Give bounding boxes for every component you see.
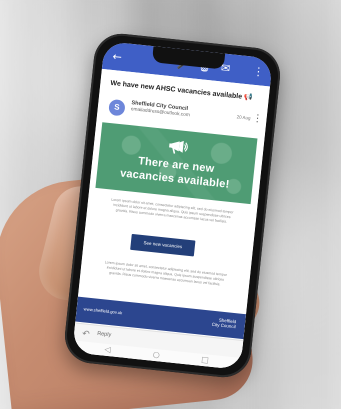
megaphone-icon [169,140,188,154]
footer-website: www.sheffield.gov.uk [83,306,123,316]
email-content: We have new AHSC vacancies available 📢 S… [72,68,270,370]
back-arrow-icon[interactable]: ← [111,50,124,64]
sender-avatar: S [108,98,126,117]
hero-banner: There are new vacancies available! [95,122,258,205]
more-options-icon[interactable]: ⋮ [252,65,265,79]
email-date: 20 Aug [236,114,251,121]
email-body-paragraph-2: Lorem ipsum dolor sit amet, consectetur … [104,260,228,287]
phone-screen: ← 🎤 🗑 ✉ ⋮ We have new AHSC vacancies ava… [72,41,273,370]
email-options-icon[interactable]: ⋮ [252,113,263,126]
reply-label[interactable]: Reply [97,331,112,338]
council-mark: Sheffield City Council [212,317,237,329]
smartphone: ← 🎤 🗑 ✉ ⋮ We have new AHSC vacancies ava… [62,31,283,380]
email-body-paragraph-1: Lorem ipsum dolor sit amet, consectetur … [111,197,234,224]
see-new-vacancies-button[interactable]: See new vacancies [130,233,196,257]
reply-icon[interactable]: ↶ [82,328,93,339]
navigation-back-icon[interactable]: ◁ [102,345,113,356]
navigation-recent-apps-icon[interactable]: □ [200,355,211,366]
navigation-home-icon[interactable]: ○ [151,350,162,361]
photo-scene: ← 🎤 🗑 ✉ ⋮ We have new AHSC vacancies ava… [0,0,341,409]
